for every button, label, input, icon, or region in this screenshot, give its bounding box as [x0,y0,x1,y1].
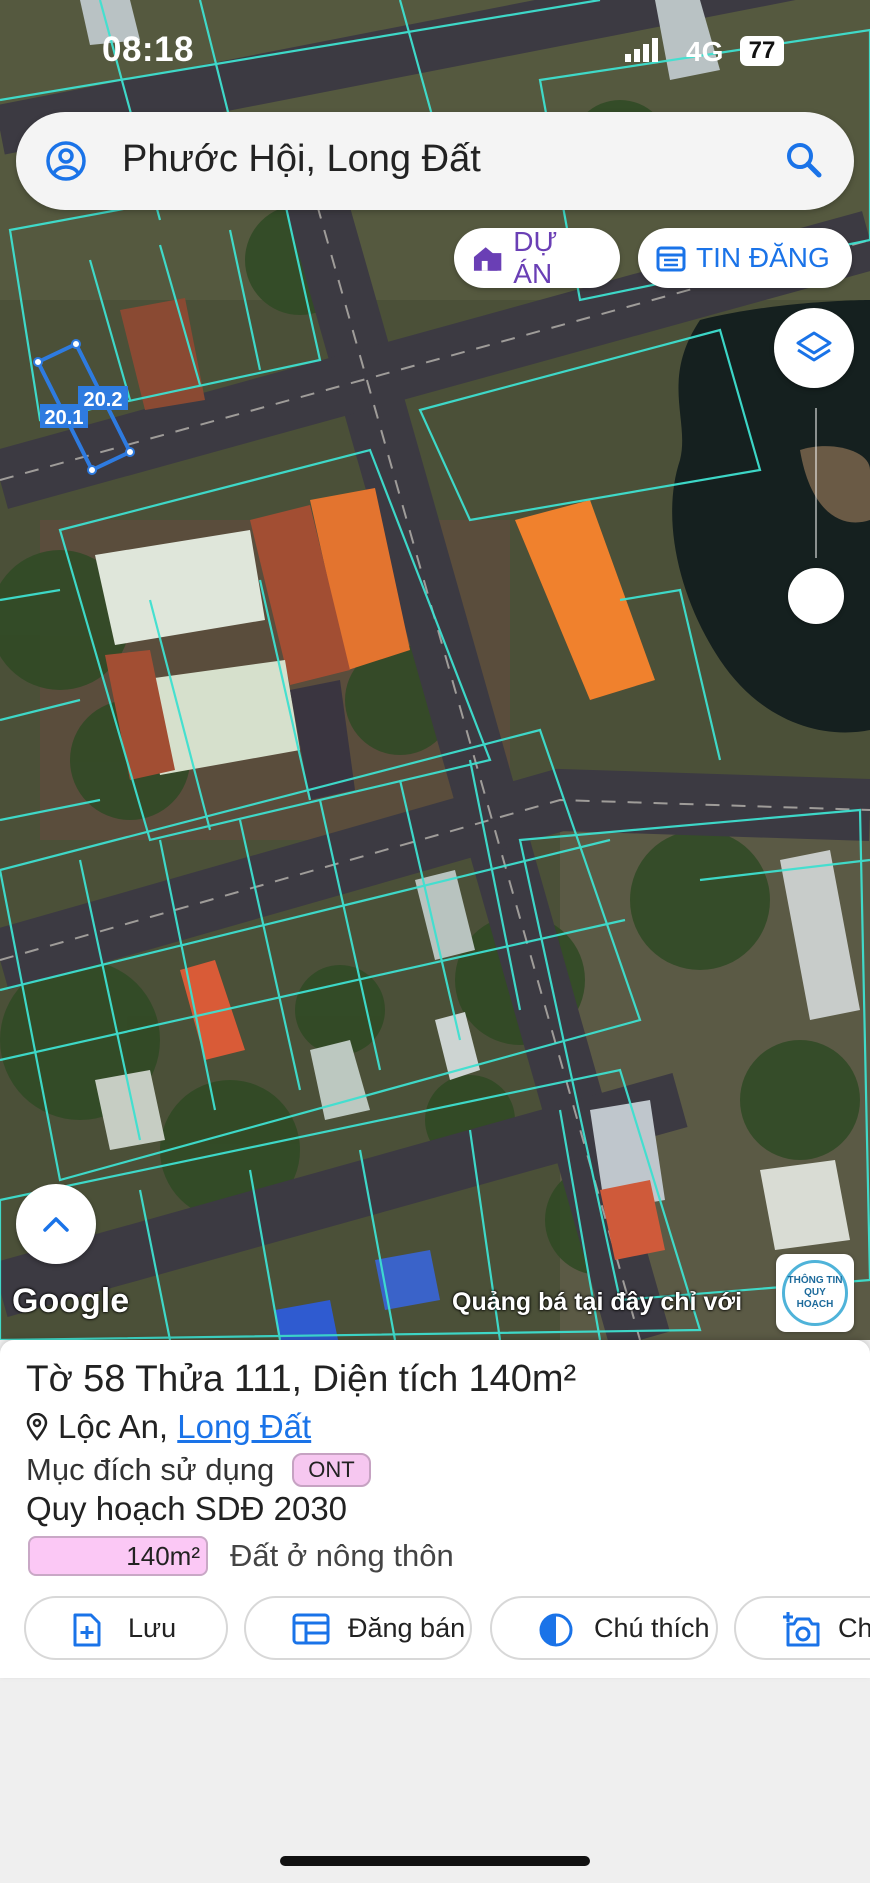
planning-info-badge[interactable]: THÔNG TIN QUY HOẠCH [776,1254,854,1332]
search-icon[interactable] [784,140,824,180]
add-camera-icon [783,1612,820,1647]
listings-chip-label: TIN ĐĂNG [696,242,830,273]
purpose-label: Mục đích sử dụng [26,1452,275,1487]
plan-area-bar: 140m² [28,1536,208,1576]
area-value: 140m² [468,1358,577,1400]
layers-icon [796,331,832,362]
parcel-edge-label: 20.1 [45,407,84,429]
status-bar: 08:18 4G 77 [0,0,870,100]
projects-chip-label: DỰ ÁN [513,226,558,289]
parcel-edge-label: 20.2 [84,389,123,411]
plan-land-type: Đất ở nông thôn [230,1538,454,1573]
ad-banner-text[interactable]: Quảng bá tại đây chỉ với [452,1288,742,1317]
search-input[interactable]: Phước Hội, Long Đất [122,138,481,181]
location-pin-icon [26,1413,48,1441]
listing-icon [292,1613,330,1645]
network-type: 4G [686,36,724,67]
badge-line-2: QUY HOẠCH [796,1287,834,1310]
expand-up-button[interactable] [16,1184,96,1264]
listings-chip[interactable]: TIN ĐĂNG [638,228,852,288]
calendar-icon [656,246,686,272]
status-time: 08:18 [102,30,195,69]
legend-button[interactable]: Chú thích [490,1596,718,1660]
purpose-code-badge: ONT [292,1453,371,1487]
contrast-icon [539,1613,573,1647]
area-label: , Diện tích [291,1358,459,1399]
plan-label: Quy hoạch SDĐ 2030 [26,1490,348,1527]
post-sale-button[interactable]: Đăng bán [244,1596,472,1660]
search-bar[interactable]: Phước Hội, Long Đất [16,112,854,210]
location-link[interactable]: Long Đất [177,1408,311,1446]
satellite-map[interactable]: 20.2 20.1 08:18 4G 77 Phước Hội, Long Đấ… [0,0,870,1340]
plot-number: 111 [233,1358,292,1400]
legend-button-label: Chú thích [594,1612,710,1643]
home-indicator[interactable] [280,1856,590,1866]
planning-info-logo: THÔNG TIN QUY HOẠCH [782,1260,848,1326]
sheet-label: Tờ [26,1358,73,1399]
parcel-location: Lộc An, Long Đất [26,1408,311,1446]
projects-chip[interactable]: DỰ ÁN [454,226,620,289]
capture-button-label: Chụp [838,1612,870,1643]
save-button-label: Lưu [128,1612,177,1643]
cellular-signal-icon [625,38,658,62]
badge-line-1: THÔNG TIN [787,1275,843,1286]
parcel-info-panel: Tờ 58 Thửa 111, Diện tích 140m² Lộc An, … [0,1340,870,1678]
building-icon [473,247,502,271]
google-attribution: Google [12,1282,130,1320]
account-icon[interactable] [44,139,88,183]
sheet-number: 58 [83,1358,126,1400]
plot-label: Thửa [135,1358,224,1399]
chevron-up-icon [43,1217,69,1232]
post-sale-button-label: Đăng bán [348,1612,466,1643]
parcel-title: Tờ 58 Thửa 111, Diện tích 140m² [26,1358,576,1401]
capture-button[interactable]: Chụp [734,1596,870,1660]
opacity-slider-track[interactable] [815,408,817,558]
land-use-purpose: Mục đích sử dụng ONT [26,1452,371,1488]
action-bar: Lưu Đăng bán Chú thích Chụp [24,1596,870,1660]
battery-icon: 77 [740,36,784,66]
location-prefix: Lộc An, [58,1408,169,1445]
opacity-slider-knob[interactable] [788,568,844,624]
layers-button[interactable] [774,308,854,388]
add-file-icon [73,1613,101,1647]
save-button[interactable]: Lưu [24,1596,228,1660]
